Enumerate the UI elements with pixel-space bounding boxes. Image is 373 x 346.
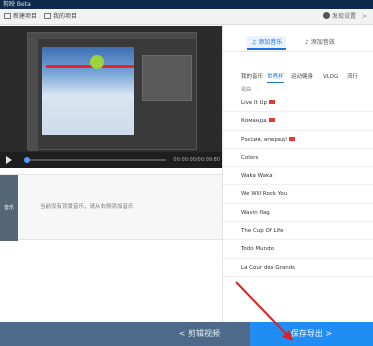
title-bar: 剪映 Beta (0, 0, 373, 9)
seek-handle[interactable] (24, 157, 30, 163)
player-controls: 00:00:00/00:09:80 (0, 152, 222, 168)
toolbar-right[interactable]: 发现设置 > (322, 12, 367, 22)
category-vlog[interactable]: VLOG (323, 72, 338, 82)
list-item[interactable]: We Will Rock You (223, 185, 373, 204)
song-name: Wavin flag (241, 209, 270, 216)
seek-track[interactable] (26, 159, 166, 161)
settings-icon (322, 12, 330, 19)
list-item[interactable]: Colors (223, 149, 373, 168)
category-popular[interactable]: 流行 (347, 72, 358, 82)
new-project-icon (4, 13, 11, 19)
list-item[interactable]: Todo Mundo (223, 240, 373, 259)
toolbar: 新建项目 我的项目 发现设置 > (0, 9, 373, 25)
song-name: Россия, вперед! (241, 136, 288, 143)
video-frame (27, 32, 197, 151)
app-title: 剪映 Beta (3, 1, 31, 8)
new-project-label: 新建项目 (13, 13, 38, 20)
music-tabs: ♫ 添加音乐 ♪ 添加音效 (223, 34, 373, 52)
my-projects-label: 我的项目 (53, 13, 78, 20)
play-icon[interactable] (6, 156, 12, 164)
list-item[interactable]: Россия, вперед! (223, 131, 373, 149)
song-name: Команда (241, 118, 267, 125)
song-name: The Cup Of Life (241, 228, 284, 235)
new-project-button[interactable]: 新建项目 (4, 12, 37, 22)
flag-icon (289, 136, 296, 141)
song-name: Todo Mundo (241, 246, 274, 253)
audio-track: 音乐 当前没有背景音乐，请从右侧添加音乐 (0, 174, 222, 241)
tab-add-effects-label: 添加音效 (310, 39, 335, 46)
category-fitness[interactable]: 运动健身 (291, 72, 313, 82)
flag-icon (269, 100, 276, 104)
song-name: Colors (241, 154, 259, 161)
chevron-right-icon: > (361, 13, 367, 20)
category-my-music[interactable]: 我的音乐 (241, 72, 263, 82)
flag-icon (268, 118, 275, 123)
tab-add-effects[interactable]: ♪ 添加音效 (301, 36, 339, 50)
category-world-cup[interactable]: 世界杯 (267, 72, 284, 83)
list-item[interactable]: Wavin flag (223, 204, 373, 223)
list-item[interactable]: La Cour des Grands (223, 259, 373, 277)
video-preview[interactable] (0, 26, 222, 152)
music-panel: ♫ 添加音乐 ♪ 添加音效 我的音乐 世界杯 运动健身 VLOG 流行 歌曲 L… (222, 26, 373, 322)
list-item[interactable]: Команда (223, 112, 373, 131)
list-item[interactable]: Waka Waka (223, 167, 373, 186)
bottom-bar: < 剪辑视频 保存导出 > (0, 322, 373, 346)
song-list: Live It Up Команда Россия, вперед! Colors Wa… (223, 94, 373, 277)
my-projects-icon (44, 13, 51, 19)
song-name: La Cour des Grands (241, 264, 296, 271)
my-projects-button[interactable]: 我的项目 (44, 12, 77, 22)
song-name: We Will Rock You (241, 191, 288, 198)
tab-add-music[interactable]: ♫ 添加音乐 (247, 36, 287, 50)
toolbar-right-label: 发现设置 (331, 13, 356, 20)
list-item[interactable]: Live It Up (223, 94, 373, 113)
song-name: Live It Up (241, 100, 268, 106)
music-categories: 我的音乐 世界杯 运动健身 VLOG 流行 (223, 72, 373, 83)
tab-add-music-label: 添加音乐 (258, 39, 283, 46)
song-name: Waka Waka (241, 173, 273, 180)
edit-video-button[interactable]: < 剪辑视频 (0, 322, 250, 346)
audio-hint: 当前没有背景音乐，请从右侧添加音乐 (40, 204, 134, 210)
time-readout: 00:00:00/00:09:80 (173, 157, 220, 163)
audio-track-label: 音乐 (0, 175, 18, 241)
save-export-button[interactable]: 保存导出 > (250, 322, 373, 346)
list-item[interactable]: The Cup Of Life (223, 222, 373, 241)
list-header: 歌曲 (241, 87, 252, 93)
preview-pane: 00:00:00/00:09:80 音乐 当前没有背景音乐，请从右侧添加音乐 (0, 26, 222, 322)
